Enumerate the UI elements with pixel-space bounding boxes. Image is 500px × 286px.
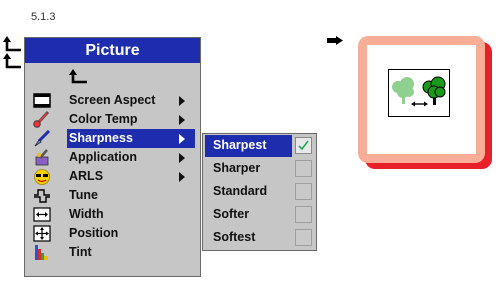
tint-bars-icon <box>35 245 48 260</box>
chevron-right-icon <box>179 134 185 144</box>
tune-wave-icon <box>34 189 50 203</box>
menu-item-position[interactable]: Position <box>33 224 201 243</box>
menu-item-label: Application <box>69 150 138 164</box>
pointer-arrow-icon <box>327 36 343 45</box>
submenu-item-label: Sharper <box>213 161 261 175</box>
preview-panel <box>367 45 476 154</box>
menu-item-sharpness[interactable]: Sharpness <box>33 129 201 148</box>
checkbox[interactable] <box>295 206 312 223</box>
checkbox[interactable] <box>295 229 312 246</box>
chevron-right-icon <box>179 172 185 182</box>
menu-item-tint[interactable]: Tint <box>33 243 201 262</box>
submenu-item-sharpest[interactable]: Sharpest <box>205 135 316 157</box>
menu-item-application[interactable]: Application <box>33 148 201 167</box>
menu-item-label: Tint <box>69 245 92 259</box>
menu-item-label: Screen Aspect <box>69 93 156 107</box>
thermometer-icon <box>33 111 50 128</box>
menu-item-label: Sharpness <box>69 131 133 145</box>
application-icon <box>35 149 49 166</box>
picture-menu: Picture Screen Aspect Color Temp Sharpne… <box>24 37 201 277</box>
submenu-item-softer[interactable]: Softer <box>205 204 316 226</box>
menu-item-screen-aspect[interactable]: Screen Aspect <box>33 91 201 110</box>
submenu-item-label: Standard <box>213 184 268 198</box>
menu-item-color-temp[interactable]: Color Temp <box>33 110 201 129</box>
submenu-item-standard[interactable]: Standard <box>205 181 316 203</box>
submenu-item-label: Sharpest <box>213 138 267 152</box>
checkmark-icon <box>298 140 309 151</box>
face-glasses-icon <box>34 169 50 185</box>
sharpness-trees-icon <box>388 69 450 117</box>
submenu-item-label: Softest <box>213 230 256 244</box>
checkbox[interactable] <box>295 137 312 154</box>
chevron-right-icon <box>179 96 185 106</box>
submenu-item-softest[interactable]: Softest <box>205 227 316 249</box>
screen-aspect-icon <box>33 93 51 108</box>
position-icon <box>33 225 51 242</box>
menu-item-label: ARLS <box>69 169 104 183</box>
back-arrows-icon[interactable] <box>3 36 23 70</box>
menu-item-width[interactable]: Width <box>33 205 201 224</box>
chevron-right-icon <box>179 115 185 125</box>
submenu-item-sharper[interactable]: Sharper <box>205 158 316 180</box>
menu-item-return[interactable] <box>33 67 201 86</box>
sharpness-preview-frame <box>358 36 485 163</box>
chevron-right-icon <box>179 153 185 163</box>
menu-item-label: Width <box>69 207 104 221</box>
menu-item-label: Position <box>69 226 119 240</box>
menu-item-label: Tune <box>69 188 98 202</box>
submenu-item-label: Softer <box>213 207 250 221</box>
menu-item-label: Color Temp <box>69 112 138 126</box>
checkbox[interactable] <box>295 160 312 177</box>
menu-title: Picture <box>25 38 200 63</box>
section-number: 5.1.3 <box>31 11 56 23</box>
menu-item-tune[interactable]: Tune <box>33 186 201 205</box>
menu-item-arls[interactable]: ARLS <box>33 167 201 186</box>
pen-nib-icon <box>34 130 51 147</box>
sharpness-submenu: Sharpest Sharper Standard Softer Softest <box>202 133 317 251</box>
return-arrow-icon <box>69 69 87 84</box>
checkbox[interactable] <box>295 183 312 200</box>
width-icon <box>33 207 51 222</box>
